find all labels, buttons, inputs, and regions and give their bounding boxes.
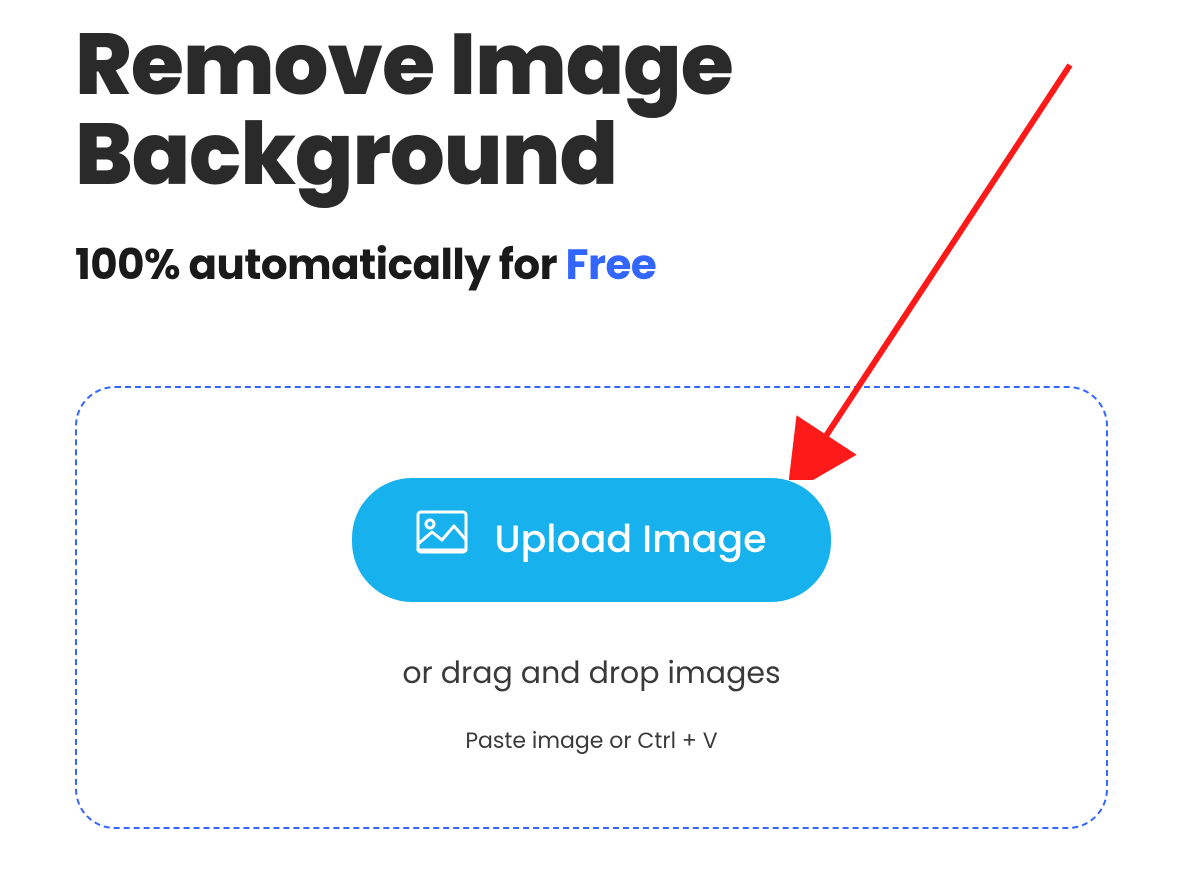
upload-image-button[interactable]: Upload Image [352,478,830,602]
subtitle-prefix: 100% automatically for [75,235,566,294]
upload-dropzone[interactable]: Upload Image or drag and drop images Pas… [75,386,1108,829]
drag-drop-text: or drag and drop images [402,650,780,696]
page-subtitle: 100% automatically for Free [75,233,1108,296]
upload-button-label: Upload Image [494,511,766,568]
subtitle-highlight: Free [566,235,657,294]
image-icon [416,510,468,570]
page-title: Remove Image Background [75,20,1108,201]
paste-instruction-text: Paste image or Ctrl + V [465,724,717,757]
